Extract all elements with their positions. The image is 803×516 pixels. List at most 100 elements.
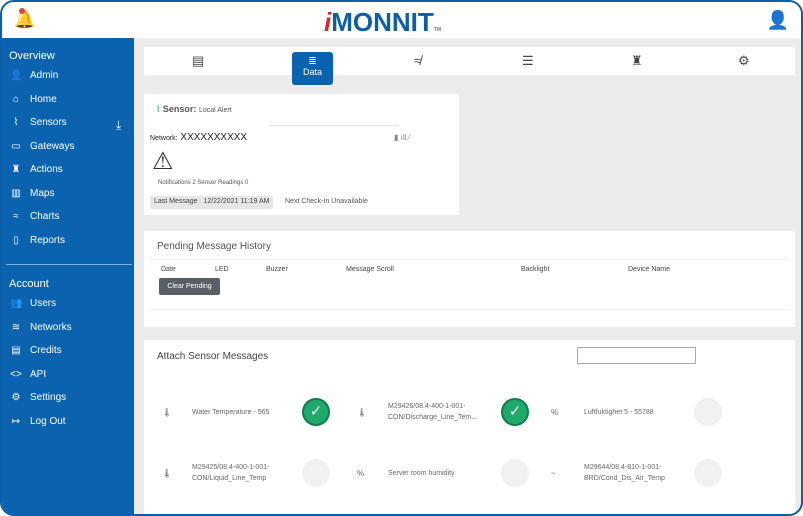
sensor-name: M29425/08.4-400-1-001-CON/Liquid_Line_Te… xyxy=(192,464,270,482)
column-header: LED xyxy=(215,266,229,273)
tab-data[interactable]: ≣ Data xyxy=(292,52,333,85)
column-header: Message Scroll xyxy=(346,266,394,273)
sensor-type-icon: % xyxy=(357,469,365,478)
warning-icon: ⚠ xyxy=(152,148,174,175)
sidebar-divider xyxy=(6,264,132,265)
attach-sensor-card: Attach Sensor Messages 🌡 Water Temperatur… xyxy=(144,340,795,514)
sidebar-item-label: Home xyxy=(30,93,57,105)
sidebar-item-api[interactable]: <> API xyxy=(10,369,46,380)
sidebar-item-label: Sensors xyxy=(30,117,67,128)
device-tabs: ▤ ≉ ☰ ♜ ⚙ xyxy=(144,47,795,75)
sensor-type-icon: 🌡 xyxy=(162,469,173,478)
unchecked-check-icon[interactable]: ✓ xyxy=(694,398,722,426)
sidebar-item-settings[interactable]: ⚙ Settings xyxy=(10,392,67,403)
sidebar-item-label: Credits xyxy=(30,345,62,356)
column-header: Device Name xyxy=(628,266,671,273)
checked-check-icon[interactable]: ✓ xyxy=(501,398,529,426)
sensor-type-icon: 🌡 xyxy=(162,408,173,417)
sidebar-item-admin[interactable]: 👤 Admin xyxy=(10,70,58,81)
user-account-icon[interactable]: 👤 xyxy=(767,10,789,31)
unchecked-check-icon[interactable]: ✓ xyxy=(501,459,529,487)
pending-message-card: Pending Message History Date LED Buzzer Mes… xyxy=(144,231,795,327)
network-label: Network: xyxy=(150,135,178,142)
reports-icon: ▯ xyxy=(13,234,19,246)
sensor-type-icon: % xyxy=(551,408,559,417)
sidebar-item-label: Networks xyxy=(30,321,72,333)
notifications-bell-icon[interactable]: 🔔 xyxy=(14,8,35,30)
settings-icon: ⚙ xyxy=(11,392,21,403)
pending-title: Pending Message History xyxy=(157,241,271,252)
sensor-name: Server room humidity xyxy=(388,470,455,477)
sidebar-item-label: Settings xyxy=(30,392,67,403)
sidebar-item-label: Log Out xyxy=(30,415,66,427)
sidebar-item-reports[interactable]: ▯ Reports xyxy=(10,235,65,246)
last-message-label: Last Message xyxy=(154,198,198,205)
column-header: Buzzer xyxy=(266,266,288,273)
clear-pending-button[interactable]: Clear Pending xyxy=(159,278,220,295)
sensor-name: Local Alert xyxy=(198,107,232,114)
gateways-icon: ▭ xyxy=(11,140,21,152)
tab-list-icon[interactable]: ☰ xyxy=(522,53,534,69)
networks-icon: ≋ xyxy=(11,321,21,333)
sensor-card: ⌇ Sensor: Local Alert Network: XXXXXXXXX… xyxy=(144,94,459,215)
last-message-time: 12/22/2021 11:19 AM xyxy=(203,198,270,205)
app-frame: 🔔 iMONNITTM 👤 Overview 👤 Admin ⌂ Home ⌇ Senso… xyxy=(0,0,803,516)
sidebar-item-gateways[interactable]: ▭ Gateways xyxy=(10,141,74,152)
sidebar-item-networks[interactable]: ≋ Networks xyxy=(10,322,72,333)
sidebar-item-label: API xyxy=(30,368,47,380)
credits-icon: ▤ xyxy=(11,345,21,356)
download-icon[interactable]: ⤓ xyxy=(116,118,121,133)
monnit-logo: iMONNITTM xyxy=(324,7,442,37)
attach-title: Attach Sensor Messages xyxy=(157,351,269,362)
notifications-summary: Notifications 2 Sensor Readings 0 xyxy=(158,180,249,186)
sensor-name: M29644/08.4-810-1-001-BRD/Cond_Dis_Air_T… xyxy=(584,464,665,482)
sidebar-item-label: Admin xyxy=(30,70,59,81)
unchecked-check-icon[interactable]: ✓ xyxy=(694,459,722,487)
charts-icon: ≈ xyxy=(13,211,19,222)
users-icon: 👥 xyxy=(10,298,23,309)
sensor-type-icon: ~ xyxy=(551,469,556,478)
maps-icon: ▥ xyxy=(11,187,21,199)
sensor-name: Water Temperature - 565 xyxy=(192,409,270,416)
unchecked-check-icon[interactable]: ✓ xyxy=(302,459,330,487)
sidebar-item-label: Reports xyxy=(30,234,66,246)
pulse-icon: ⌇ xyxy=(156,104,161,114)
tab-actions-icon[interactable]: ♜ xyxy=(631,53,643,69)
checked-check-icon[interactable]: ✓ xyxy=(302,398,330,426)
sensors-icon: ⌇ xyxy=(13,117,19,128)
sidebar-item-maps[interactable]: ▥ Maps xyxy=(10,188,54,199)
sidebar-item-home[interactable]: ⌂ Home xyxy=(10,94,57,105)
tab-data-label: Data xyxy=(302,67,322,77)
sidebar-item-label: Gateways xyxy=(30,140,75,152)
log-out-icon: ↦ xyxy=(11,415,21,427)
network-name: XXXXXXXXXX xyxy=(180,132,248,143)
account-heading: Account xyxy=(9,278,49,290)
sidebar-item-label: Users xyxy=(30,298,57,309)
sensor-label: Sensor: xyxy=(162,104,197,114)
overview-heading: Overview xyxy=(9,50,55,62)
home-icon: ⌂ xyxy=(12,93,20,105)
sidebar-item-users[interactable]: 👥 Users xyxy=(10,298,56,309)
sidebar: Overview 👤 Admin ⌂ Home ⌇ Sensors ▭ Gateways ♜ Ac… xyxy=(2,38,134,514)
sidebar-item-sensors[interactable]: ⌇ Sensors xyxy=(10,117,67,128)
sidebar-item-charts[interactable]: ≈ Charts xyxy=(10,211,59,222)
sidebar-item-label: Charts xyxy=(30,211,60,222)
sensor-name: Luftfuktighet 5 - 55788 xyxy=(584,409,654,416)
battery-signal-icons: ▮ ıll ⁄ xyxy=(394,133,410,142)
sidebar-item-actions[interactable]: ♜ Actions xyxy=(10,164,63,175)
column-header: Backlight xyxy=(521,266,550,273)
sidebar-item-credits[interactable]: ▤ Credits xyxy=(10,345,62,356)
sidebar-item-log-out[interactable]: ↦ Log Out xyxy=(10,416,66,427)
sensor-search-input[interactable] xyxy=(577,347,696,364)
sensor-type-icon: 🌡 xyxy=(357,408,368,417)
header: 🔔 iMONNITTM 👤 xyxy=(2,2,801,38)
tab-charts-icon[interactable]: ≉ xyxy=(414,53,421,68)
sensor-name: M29426/08.4-400-1-001-CON/Discharge_Line… xyxy=(388,403,478,421)
actions-icon: ♜ xyxy=(11,164,21,175)
database-icon: ≣ xyxy=(308,56,317,67)
next-checkin: Next Check-In Unavailable xyxy=(285,198,368,205)
tab-details-icon[interactable]: ▤ xyxy=(192,53,204,69)
tab-settings-gear-icon[interactable]: ⚙ xyxy=(738,53,750,69)
admin-icon: 👤 xyxy=(10,70,23,81)
sidebar-item-label: Maps xyxy=(30,187,55,199)
